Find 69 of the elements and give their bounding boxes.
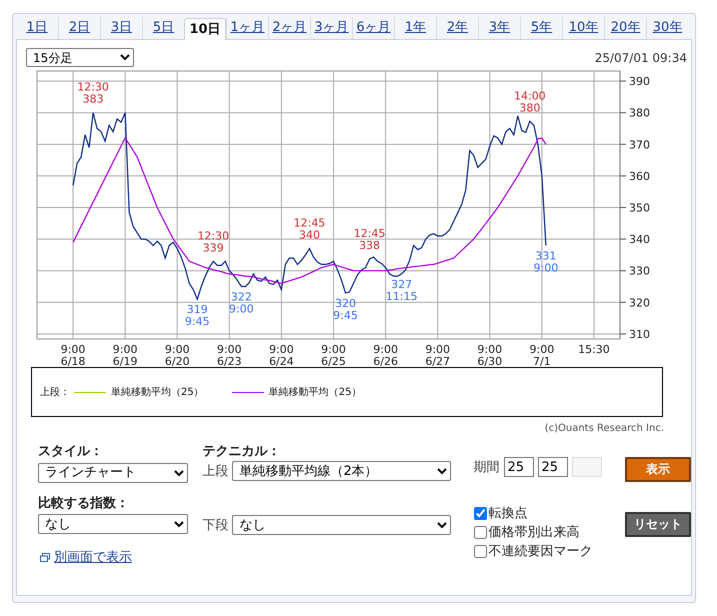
x-axis-label: 9:00 6/20 xyxy=(164,343,190,367)
x-axis-label: 9:00 6/26 xyxy=(373,343,398,367)
x-axis-label: 9:00 6/23 xyxy=(216,343,242,367)
option-label: 転換点 xyxy=(488,505,528,522)
option-checkbox[interactable] xyxy=(474,506,487,520)
low-price-label: 322 9:00 xyxy=(229,290,254,316)
x-axis-label: 9:00 6/25 xyxy=(321,343,346,367)
y-axis-label: 320 xyxy=(620,296,650,310)
y-axis-label: 340 xyxy=(620,233,650,246)
y-tick-label: 370 xyxy=(629,138,650,152)
y-axis-label: 370 xyxy=(620,138,650,152)
y-axis-label: 350 xyxy=(620,202,650,215)
copyright: (c)Ouants Research Inc. xyxy=(544,423,665,434)
legend-label: 上段： xyxy=(40,386,70,399)
upper-label: 上段 xyxy=(202,463,228,480)
legend-text: 単純移動平均（25） xyxy=(268,386,362,399)
y-tick-label: 390 xyxy=(629,75,650,88)
lower-select[interactable]: なし xyxy=(232,515,452,535)
high-price-label: 12:30 383 xyxy=(77,80,109,106)
period-tab[interactable]: 10日 xyxy=(184,18,226,40)
x-axis-label: 9:00 7/1 xyxy=(530,343,554,367)
compare-select[interactable]: なし xyxy=(38,514,188,534)
y-tick-label: 310 xyxy=(629,328,650,341)
reset-button[interactable]: リセット xyxy=(625,512,691,537)
option-label: 価格帯別出来高 xyxy=(488,524,580,541)
y-tick-label: 380 xyxy=(629,106,650,120)
low-price-label: 331 9:00 xyxy=(534,249,558,274)
style-select[interactable]: ラインチャート xyxy=(38,462,188,482)
y-tick-label: 350 xyxy=(629,202,650,215)
technical-label: テクニカル： xyxy=(202,443,282,461)
legend-text: 単純移動平均（25） xyxy=(111,386,204,399)
y-axis-label: 360 xyxy=(620,170,650,183)
high-price-label: 14:00 380 xyxy=(514,89,546,114)
timestamp: 25/07/01 09:34 xyxy=(594,50,687,64)
period-input[interactable]: 25 xyxy=(504,457,534,477)
show-button[interactable]: 表示 xyxy=(625,457,691,482)
popup-link[interactable]: 別画面で表示 xyxy=(54,548,132,566)
y-tick-label: 330 xyxy=(629,264,650,278)
period-tab[interactable]: 1日 xyxy=(16,17,58,39)
style-label: スタイル： xyxy=(38,443,104,461)
x-axis-label: 9:00 6/30 xyxy=(477,343,502,367)
x-axis-label: 9:00 6/24 xyxy=(269,343,294,367)
x-axis-label: 9:00 6/27 xyxy=(425,343,450,367)
y-axis-label: 390 xyxy=(620,75,650,88)
upper-select[interactable]: 単純移動平均線（2本） xyxy=(232,461,452,481)
low-price-label: 319 9:45 xyxy=(184,303,210,328)
y-axis-label: 330 xyxy=(620,264,650,278)
x-axis-label: 9:00 6/19 xyxy=(112,343,138,367)
compare-label: 比較する指数： xyxy=(38,494,130,512)
y-tick-label: 320 xyxy=(629,296,650,310)
lower-label: 下段 xyxy=(202,517,228,534)
option-checkbox[interactable] xyxy=(474,544,487,558)
x-axis-label: 15:30 xyxy=(578,343,610,356)
y-tick-label: 340 xyxy=(629,233,650,246)
y-tick-label: 360 xyxy=(629,170,650,183)
high-price-label: 12:45 338 xyxy=(354,227,386,252)
option-checkbox[interactable] xyxy=(474,526,487,538)
option-label: 不連続要因マーク xyxy=(488,543,593,560)
low-price-label: 320 9:45 xyxy=(333,296,358,322)
new-window-icon xyxy=(40,552,50,562)
high-price-label: 12:45 340 xyxy=(294,216,326,242)
x-axis-label: 9:00 6/18 xyxy=(60,343,86,367)
period-input[interactable]: 25 xyxy=(538,457,568,477)
y-axis-label: 380 xyxy=(620,106,650,120)
interval-select[interactable]: 15分足 xyxy=(26,48,134,67)
period-label: 期間 xyxy=(474,459,500,476)
high-price-label: 12:30 339 xyxy=(197,229,230,254)
y-axis-label: 310 xyxy=(620,328,650,341)
low-price-label: 327 11:15 xyxy=(386,278,418,303)
